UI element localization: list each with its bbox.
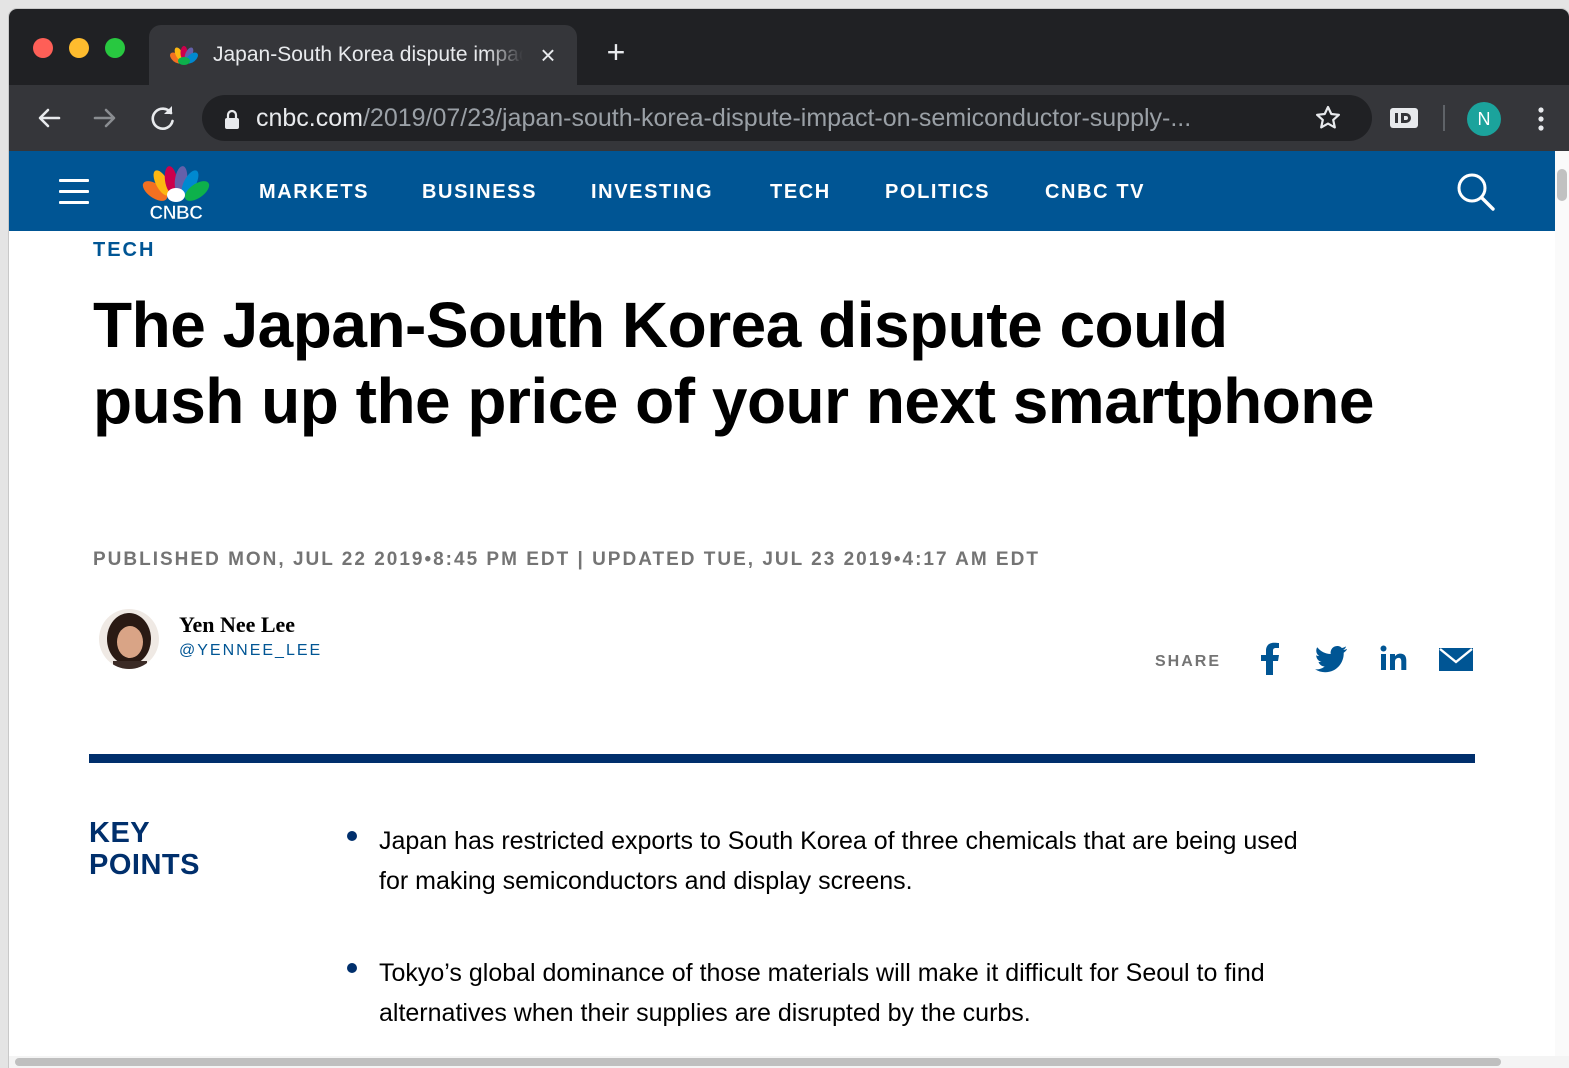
address-bar[interactable]: cnbc.com/2019/07/23/japan-south-korea-di…: [202, 95, 1372, 141]
reload-icon: [151, 106, 174, 130]
author-avatar[interactable]: [99, 609, 159, 669]
url-path: /2019/07/23/japan-south-korea-dispute-im…: [362, 104, 1192, 132]
hamburger-menu-icon[interactable]: [59, 179, 89, 204]
vertical-scrollbar[interactable]: [1555, 151, 1569, 1056]
key-point-item: Japan has restricted exports to South Ko…: [345, 821, 1305, 901]
toolbar-divider: [1443, 105, 1445, 131]
article-headline: The Japan-South Korea dispute could push…: [93, 289, 1374, 437]
author-twitter-handle[interactable]: @YENNEE_LEE: [179, 642, 322, 660]
nbc-peacock-icon: [169, 45, 199, 65]
key-point-text: Japan has restricted exports to South Ko…: [379, 827, 1298, 895]
url-text[interactable]: cnbc.com/2019/07/23/japan-south-korea-di…: [256, 95, 1296, 141]
author-name[interactable]: Yen Nee Lee: [179, 612, 295, 638]
vertical-scrollbar-thumb[interactable]: [1557, 169, 1567, 201]
minimize-window-button[interactable]: [69, 38, 89, 58]
arrow-left-icon: [38, 108, 61, 128]
nav-markets[interactable]: MARKETS: [259, 179, 369, 205]
linkedin-icon[interactable]: [1379, 639, 1409, 679]
key-points-heading-line2: POINTS: [89, 849, 200, 881]
facebook-icon[interactable]: [1259, 639, 1281, 679]
nav-business[interactable]: BUSINESS: [422, 179, 537, 205]
tab-close-button[interactable]: ×: [535, 42, 561, 68]
horizontal-scrollbar-thumb[interactable]: [15, 1058, 1501, 1066]
close-window-button[interactable]: [33, 38, 53, 58]
tab-strip: Japan-South Korea dispute impact on semi…: [9, 9, 1569, 85]
key-points-list: Japan has restricted exports to South Ko…: [345, 821, 1305, 1068]
arrow-right-icon: [93, 108, 116, 128]
bullet-icon: [347, 831, 357, 841]
cnbc-wordmark: CNBC: [150, 203, 204, 223]
tab-title: Japan-South Korea dispute impact on semi…: [213, 43, 523, 66]
site-navbar: CNBC MARKETS BUSINESS INVESTING TECH POL…: [9, 151, 1555, 231]
key-point-text: Tokyo’s global dominance of those materi…: [379, 959, 1265, 1027]
key-points-heading: KEY POINTS: [89, 817, 200, 881]
lock-icon[interactable]: [222, 108, 242, 130]
id-extension-icon[interactable]: [1389, 104, 1419, 132]
nav-cnbc-tv[interactable]: CNBC TV: [1045, 179, 1145, 205]
profile-avatar[interactable]: N: [1467, 102, 1501, 136]
browser-toolbar: cnbc.com/2019/07/23/japan-south-korea-di…: [9, 85, 1569, 151]
nav-tech[interactable]: TECH: [770, 179, 831, 205]
bullet-icon: [347, 963, 357, 973]
nav-investing[interactable]: INVESTING: [591, 179, 713, 205]
email-icon[interactable]: [1437, 639, 1475, 679]
article-dateline: PUBLISHED MON, JUL 22 2019•8:45 PM EDT |…: [93, 549, 1040, 570]
maximize-window-button[interactable]: [105, 38, 125, 58]
web-page: CNBC MARKETS BUSINESS INVESTING TECH POL…: [9, 151, 1555, 1068]
horizontal-scrollbar[interactable]: [9, 1056, 1569, 1068]
forward-button[interactable]: [89, 102, 121, 134]
kebab-menu-icon[interactable]: [1531, 105, 1551, 133]
cnbc-logo[interactable]: CNBC: [137, 161, 215, 224]
key-points-heading-line1: KEY: [89, 817, 151, 849]
reload-button[interactable]: [147, 102, 179, 134]
star-icon[interactable]: [1314, 104, 1342, 132]
section-divider: [89, 754, 1475, 763]
key-point-item: Tokyo’s global dominance of those materi…: [345, 953, 1305, 1033]
share-label: SHARE: [1155, 653, 1222, 670]
section-eyebrow[interactable]: TECH: [93, 239, 155, 262]
back-button[interactable]: [33, 102, 65, 134]
new-tab-button[interactable]: +: [601, 36, 631, 68]
nav-politics[interactable]: POLITICS: [885, 179, 990, 205]
twitter-icon[interactable]: [1313, 639, 1349, 679]
search-icon[interactable]: [1455, 171, 1497, 213]
browser-window: Japan-South Korea dispute impact on semi…: [9, 9, 1569, 1068]
url-host: cnbc.com: [256, 104, 363, 132]
browser-tab-active[interactable]: Japan-South Korea dispute impact on semi…: [149, 25, 577, 85]
